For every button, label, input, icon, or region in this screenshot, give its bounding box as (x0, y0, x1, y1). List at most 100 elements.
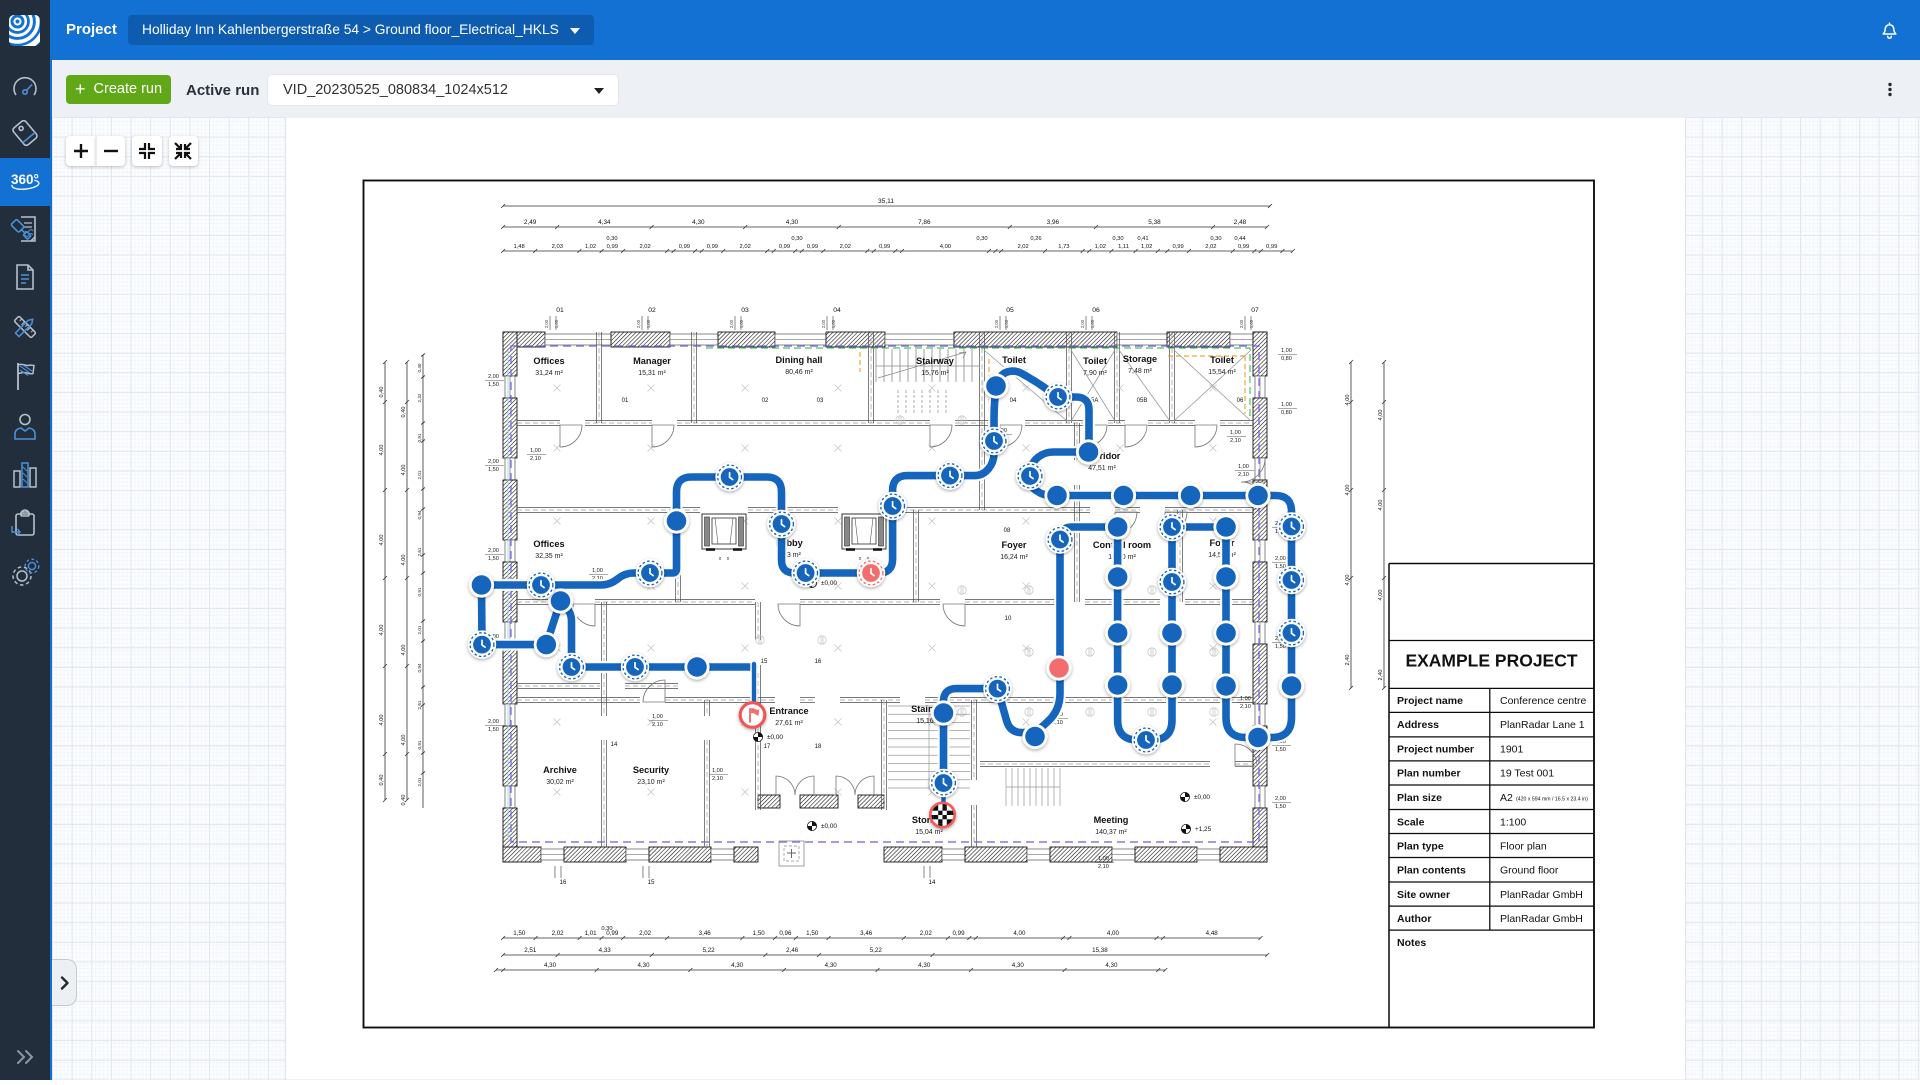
svg-text:1,50: 1,50 (753, 930, 766, 937)
svg-text:4,00: 4,00 (379, 535, 385, 546)
svg-text:7,86: 7,86 (918, 219, 931, 226)
svg-text:4,00: 4,00 (1378, 410, 1384, 421)
svg-text:0,80: 0,80 (1281, 356, 1292, 362)
svg-text:5,22: 5,22 (703, 947, 716, 954)
svg-text:15,38: 15,38 (1092, 947, 1108, 954)
svg-text:Archive: Archive (543, 765, 577, 775)
svg-text:2,00: 2,00 (488, 374, 499, 380)
svg-text:1,50: 1,50 (488, 556, 499, 562)
svg-text:16,24 m²: 16,24 m² (1000, 554, 1028, 561)
svg-text:0,99: 0,99 (1172, 244, 1183, 250)
svg-text:(420 x 594 mm / 16.5 x 23.4 in: (420 x 594 mm / 16.5 x 23.4 in) (1516, 796, 1588, 802)
svg-text:0,99: 0,99 (707, 244, 718, 250)
svg-text:1,00: 1,00 (1098, 856, 1109, 862)
svg-text:Author: Author (1397, 913, 1431, 925)
svg-text:Offices: Offices (533, 539, 564, 549)
svg-text:4,00: 4,00 (1345, 395, 1351, 406)
svg-text:0,99: 0,99 (607, 244, 618, 250)
svg-text:01: 01 (556, 307, 564, 314)
svg-text:7,48 m²: 7,48 m² (1128, 368, 1152, 375)
svg-text:1,00: 1,00 (1281, 402, 1292, 408)
svg-text:0,30: 0,30 (1112, 236, 1123, 242)
svg-text:4,00: 4,00 (1378, 590, 1384, 601)
svg-text:2,10: 2,10 (530, 456, 541, 462)
svg-text:4,00: 4,00 (401, 465, 407, 476)
svg-text:0,44: 0,44 (1234, 236, 1246, 242)
svg-text:16: 16 (560, 879, 567, 886)
svg-text:2,02: 2,02 (1017, 244, 1028, 250)
svg-text:PlanRadar GmbH: PlanRadar GmbH (1500, 913, 1583, 925)
svg-text:0,99: 0,99 (879, 244, 890, 250)
svg-text:0,30: 0,30 (601, 926, 612, 932)
svg-text:4,48: 4,48 (1206, 930, 1219, 937)
svg-text:2,00: 2,00 (488, 719, 499, 725)
svg-text:07: 07 (1251, 307, 1259, 314)
svg-text:14: 14 (611, 742, 618, 748)
svg-text:3,46: 3,46 (860, 930, 873, 937)
svg-text:0,40: 0,40 (379, 775, 385, 786)
svg-text:1,50: 1,50 (513, 930, 526, 937)
svg-text:15: 15 (761, 659, 768, 665)
svg-text:1,01: 1,01 (585, 930, 598, 937)
svg-text:Project name: Project name (1397, 695, 1463, 707)
svg-text:06: 06 (1237, 398, 1244, 404)
svg-text:05: 05 (1006, 307, 1014, 314)
svg-text:Conference centre: Conference centre (1500, 695, 1587, 707)
svg-text:1,02: 1,02 (1095, 244, 1106, 250)
svg-text:Plan contents: Plan contents (1397, 864, 1466, 876)
svg-text:1,50: 1,50 (1275, 747, 1286, 753)
svg-text:30,02 m²: 30,02 m² (546, 779, 574, 786)
svg-text:2,48: 2,48 (1234, 219, 1247, 226)
svg-text:06: 06 (1092, 307, 1100, 314)
svg-text:±0,00: ±0,00 (1194, 794, 1210, 801)
svg-text:2,10: 2,10 (712, 776, 723, 782)
svg-text:PlanRadar GmbH: PlanRadar GmbH (1500, 889, 1583, 901)
svg-text:Scale: Scale (1397, 816, 1425, 828)
svg-text:2,02: 2,02 (1205, 244, 1216, 250)
svg-text:1,50: 1,50 (488, 467, 499, 473)
svg-text:4,00: 4,00 (1345, 485, 1351, 496)
svg-text:4,30: 4,30 (637, 962, 650, 969)
svg-text:Entrance: Entrance (769, 706, 808, 716)
svg-text:4,30: 4,30 (1012, 962, 1025, 969)
svg-text:0,99: 0,99 (1238, 244, 1249, 250)
svg-text:1,00: 1,00 (652, 714, 663, 720)
svg-text:1,50: 1,50 (488, 382, 499, 388)
svg-text:4,00: 4,00 (379, 625, 385, 636)
svg-text:02: 02 (648, 307, 656, 314)
svg-text:16: 16 (815, 659, 822, 665)
svg-text:Offices: Offices (533, 356, 564, 366)
svg-text:Toilet: Toilet (1002, 355, 1026, 365)
svg-text:1,00: 1,00 (646, 319, 651, 328)
svg-text:4,00: 4,00 (401, 735, 407, 746)
svg-text:1,11: 1,11 (1118, 244, 1129, 250)
svg-text:7,90 m²: 7,90 m² (1083, 370, 1107, 377)
svg-text:0,99: 0,99 (807, 244, 818, 250)
svg-text:2,00: 2,00 (729, 319, 734, 328)
svg-text:4,30: 4,30 (786, 219, 799, 226)
svg-text:2,00: 2,00 (1080, 319, 1085, 328)
svg-text:80,46 m²: 80,46 m² (785, 369, 813, 376)
svg-text:0,40: 0,40 (417, 363, 422, 372)
svg-text:1,00: 1,00 (1281, 348, 1292, 354)
svg-text:0,91: 0,91 (417, 740, 422, 749)
svg-text:2,02: 2,02 (920, 930, 933, 937)
svg-text:2,00: 2,00 (994, 319, 999, 328)
svg-text:Plan type: Plan type (1397, 840, 1444, 852)
svg-text:Site owner: Site owner (1397, 889, 1450, 901)
svg-text:2,10: 2,10 (1238, 472, 1249, 478)
svg-text:4,30: 4,30 (692, 219, 705, 226)
svg-text:03: 03 (741, 307, 749, 314)
svg-text:15,54 m²: 15,54 m² (1208, 369, 1236, 376)
svg-text:1:100: 1:100 (1500, 816, 1526, 828)
svg-text:1,00: 1,00 (1004, 319, 1009, 328)
svg-text:03: 03 (817, 398, 824, 404)
svg-text:4,33: 4,33 (599, 947, 612, 954)
svg-text:0,26: 0,26 (1030, 236, 1041, 242)
svg-text:360°: 360° (11, 172, 39, 187)
svg-text:0,40: 0,40 (401, 795, 407, 806)
svg-text:0,30: 0,30 (606, 236, 617, 242)
svg-text:2,02: 2,02 (639, 244, 650, 250)
svg-text:0,41: 0,41 (1137, 236, 1148, 242)
svg-text:2,46: 2,46 (786, 947, 799, 954)
